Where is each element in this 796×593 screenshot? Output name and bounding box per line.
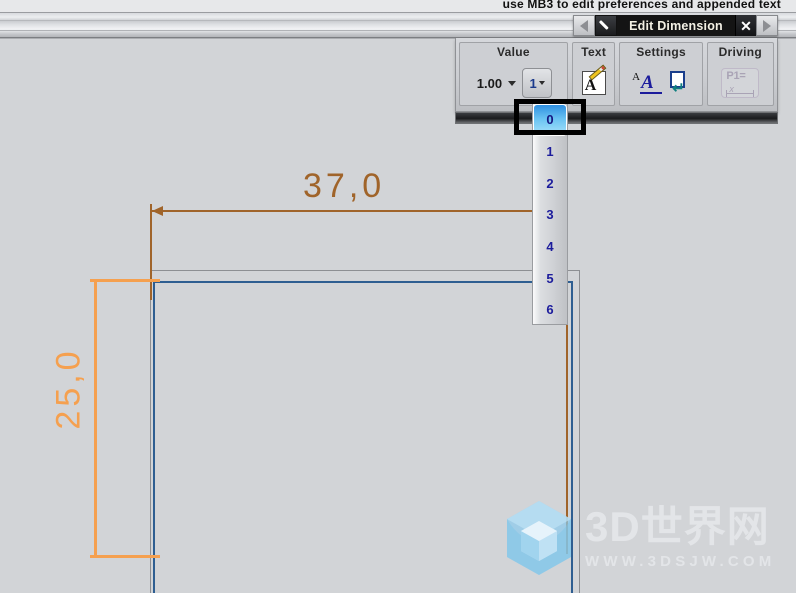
v-dim-line [94,279,97,558]
v-dim-extension-line-bottom [90,555,160,558]
h-dim-arrow-left-icon [152,206,163,216]
dialog-forward-button[interactable] [756,15,778,36]
dropdown-option[interactable]: 3 [533,199,567,231]
dropdown-option[interactable]: 5 [533,262,567,294]
toolbar-footer-grip[interactable] [455,112,778,124]
pencil-icon [588,64,607,81]
h-dim-line [150,210,568,212]
text-edit-letter-a: A [584,77,597,94]
status-message-text: use MB3 to edit preferences and appended… [502,0,781,11]
cursor-arrow-icon [600,19,613,32]
dropdown-option[interactable]: 1 [533,136,567,168]
driving-dimension-icon[interactable]: P1= x [721,68,760,98]
chevron-right-icon [763,19,771,32]
panel-value-title: Value [497,45,530,59]
decimal-places-value: 1 [529,75,537,91]
driving-icon-label: P1= [726,70,746,82]
cad-application-window: use MB3 to edit preferences and appended… [0,0,796,593]
chevron-left-icon [580,19,588,32]
chevron-down-icon[interactable] [538,81,545,85]
dropdown-option[interactable]: 2 [533,167,567,199]
value-dropdown-caret-icon[interactable] [508,80,517,86]
driving-icon-tick-left [726,90,728,97]
panel-text-body: A [578,61,610,105]
driving-icon-tick-right [753,90,755,97]
dimension-value-field[interactable]: 1.00 [475,76,502,91]
dialog-pin-button[interactable] [595,15,617,36]
panel-settings-body: A A ↵ [628,61,694,105]
panel-text: Text A [571,42,616,106]
text-style-big-a: A [641,72,654,93]
dropdown-option[interactable]: 6 [533,294,567,326]
preview-rectangle-geometry[interactable] [153,281,573,593]
panel-text-title: Text [581,45,607,59]
panel-driving: Driving P1= x [706,42,774,106]
h-dim-extension-line-left [150,204,152,300]
vertical-dimension-value[interactable]: 25,0 [50,347,89,429]
panel-driving-title: Driving [718,45,763,59]
edit-dimension-toolbar: Value 1.00 1 Text A Settings A A ↵ Drivi… [455,38,778,112]
horizontal-dimension-value[interactable]: 37,0 [303,167,385,206]
driving-icon-sublabel: x [729,84,734,94]
text-style-icon[interactable]: A A [632,70,663,96]
dropdown-option[interactable]: 0 [533,104,567,136]
v-dim-extension-line-top [90,279,160,282]
dropdown-option[interactable]: 4 [533,231,567,263]
decimal-places-dropdown-list[interactable]: 0123456 [532,103,568,325]
return-arrow-icon: ↵ [672,80,685,97]
panel-driving-body: P1= x [717,61,763,105]
decimal-places-spinner[interactable]: 1 [522,68,553,98]
dialog-title: Edit Dimension [617,15,735,36]
edit-dimension-titlebar[interactable]: Edit Dimension ✕ [573,15,778,36]
dialog-close-button[interactable]: ✕ [735,15,756,36]
panel-settings: Settings A A ↵ [619,42,703,106]
dialog-back-button[interactable] [573,15,595,36]
panel-value-body: 1.00 1 [471,61,556,105]
text-edit-icon[interactable]: A [581,64,607,95]
panel-value: Value 1.00 1 [459,42,568,106]
append-text-icon[interactable]: ↵ [668,71,690,97]
panel-settings-title: Settings [636,45,686,59]
text-style-small-a: A [632,71,641,83]
text-style-underline [640,92,663,94]
